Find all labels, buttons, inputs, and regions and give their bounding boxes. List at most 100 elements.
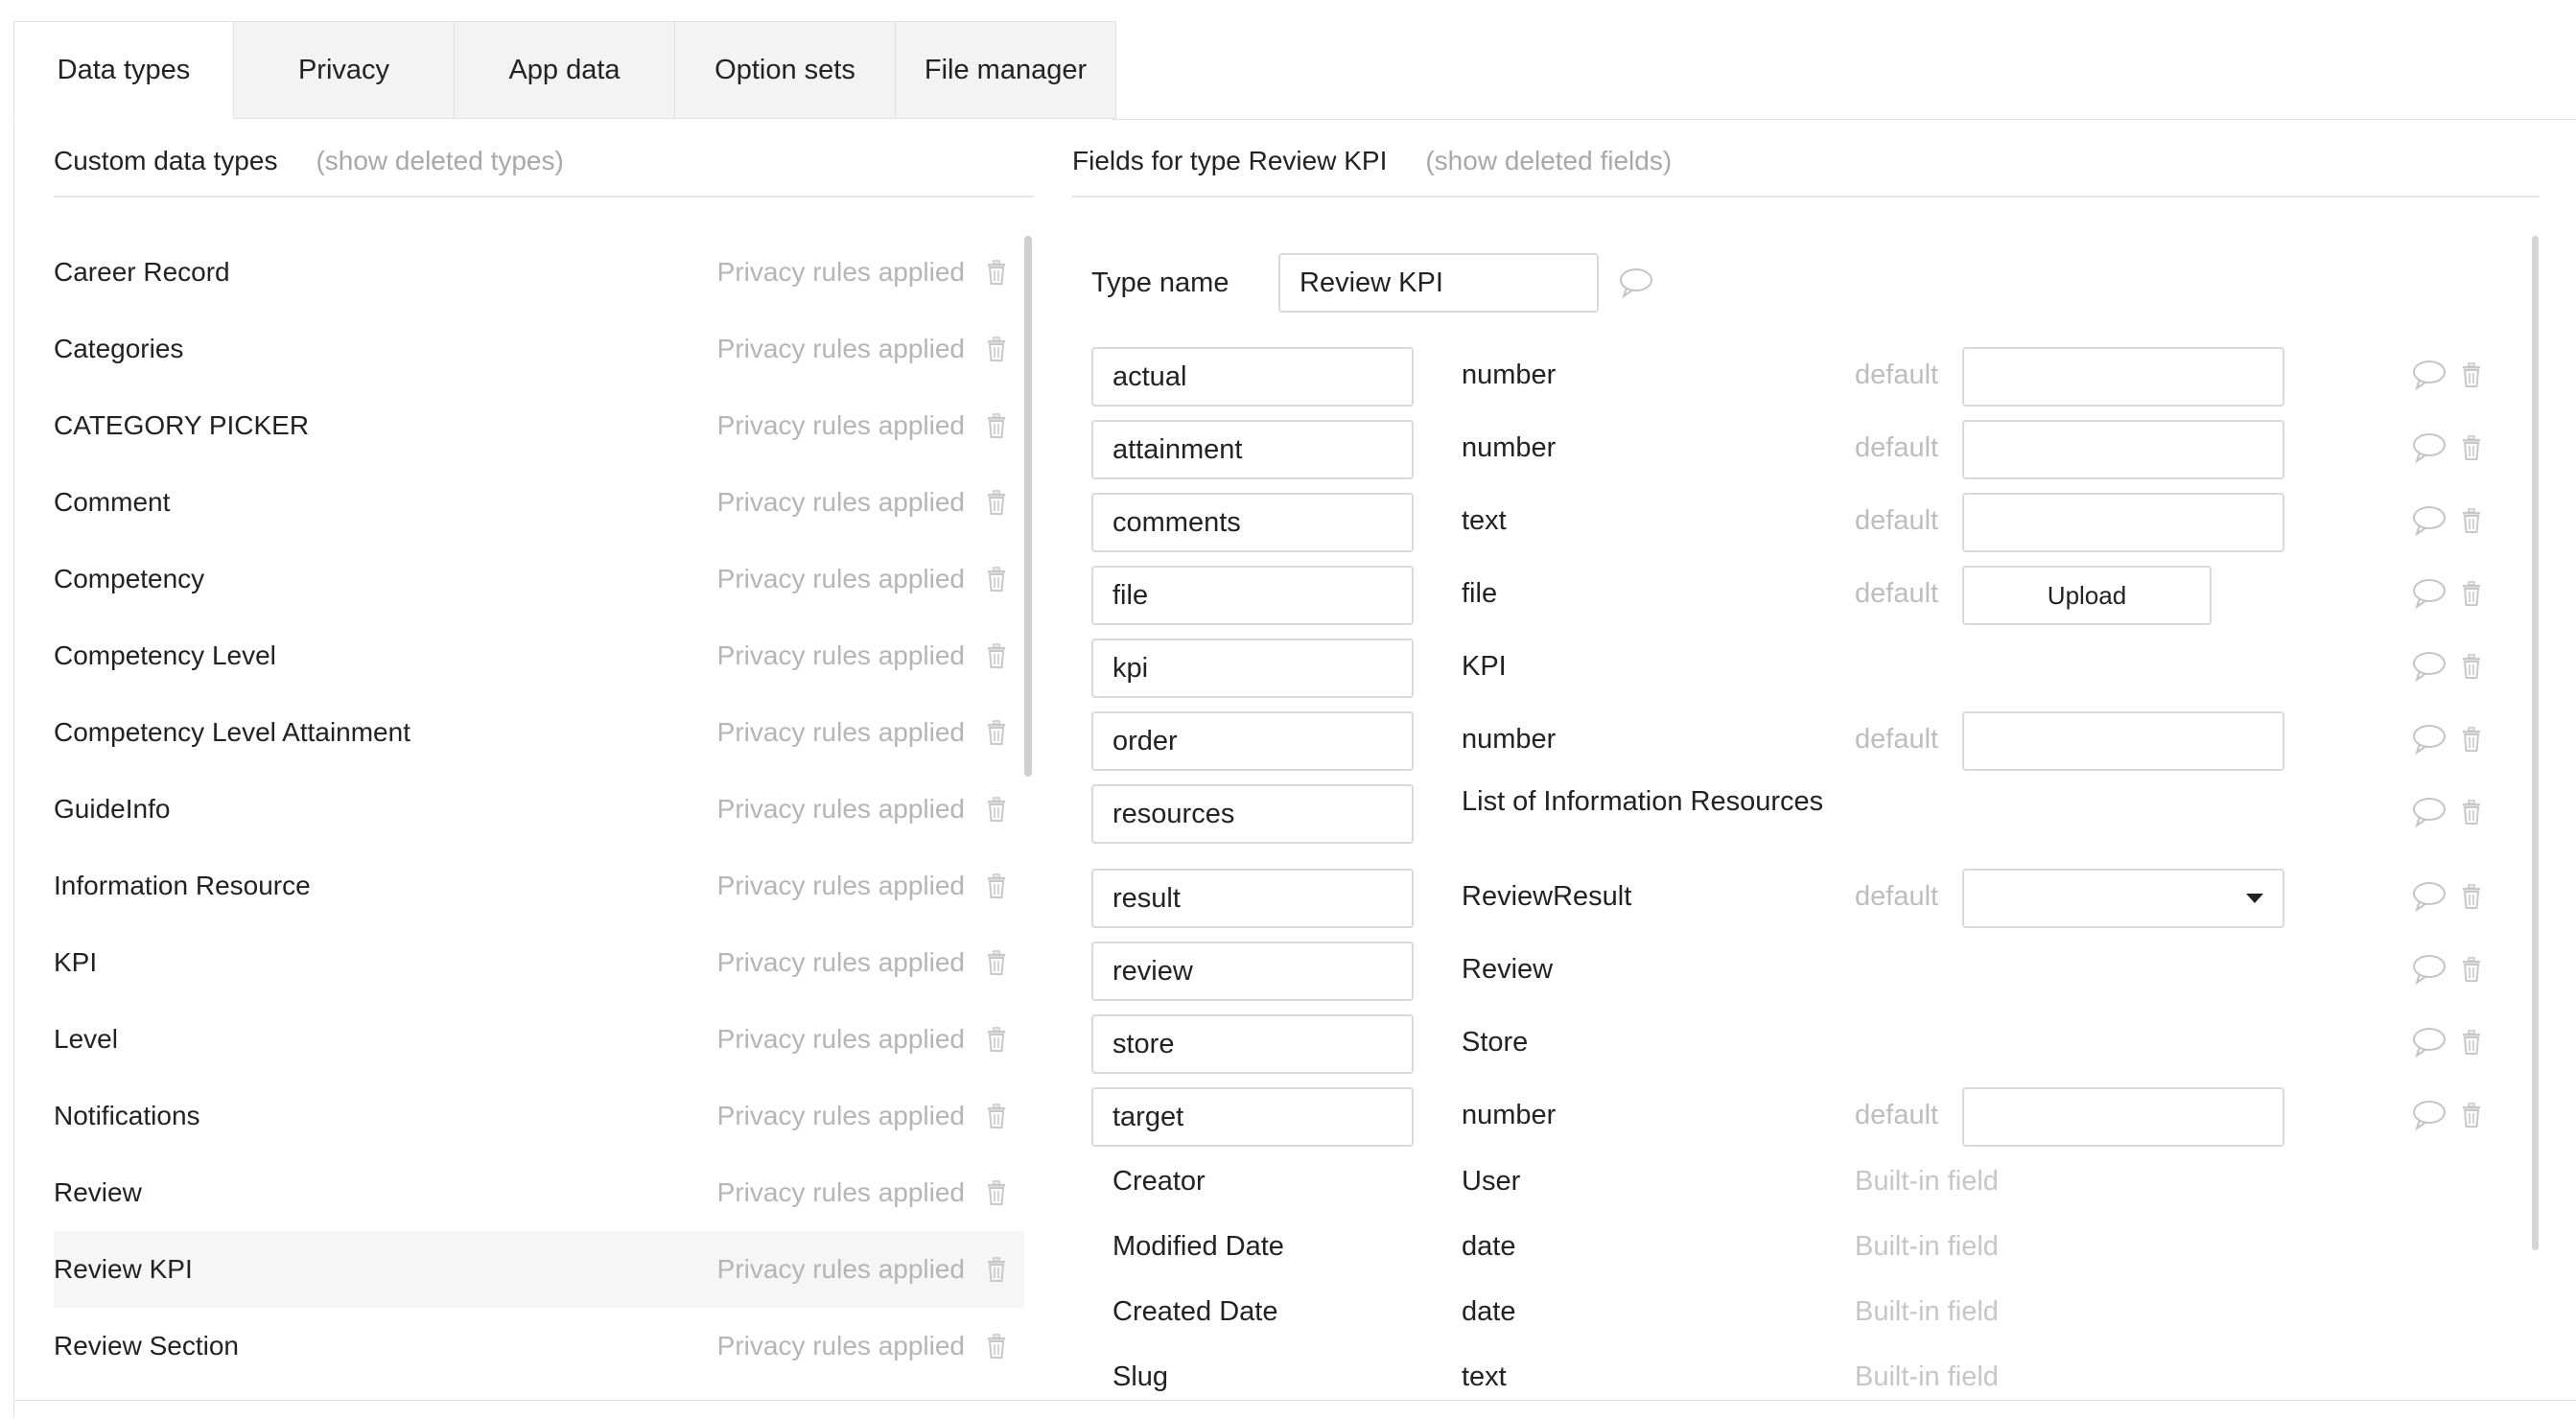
privacy-status[interactable]: Privacy rules applied bbox=[717, 410, 965, 441]
field-name-input[interactable]: store bbox=[1091, 1014, 1414, 1074]
tab-privacy[interactable]: Privacy bbox=[234, 21, 455, 119]
data-type-row[interactable]: Competency Level Attainment Privacy rules… bbox=[54, 694, 1024, 771]
privacy-status[interactable]: Privacy rules applied bbox=[717, 1177, 965, 1208]
privacy-status[interactable]: Privacy rules applied bbox=[717, 334, 965, 364]
comment-bubble-icon[interactable] bbox=[2411, 504, 2447, 537]
builtin-field-note: Built-in field bbox=[1855, 1231, 1999, 1262]
trash-icon[interactable] bbox=[986, 413, 1007, 438]
trash-icon[interactable] bbox=[986, 873, 1007, 898]
trash-icon[interactable] bbox=[986, 950, 1007, 975]
tab-app-data[interactable]: App data bbox=[455, 21, 675, 119]
trash-icon[interactable] bbox=[986, 337, 1007, 361]
upload-button[interactable]: Upload bbox=[1962, 566, 2212, 625]
trash-icon[interactable] bbox=[986, 567, 1007, 592]
privacy-status[interactable]: Privacy rules applied bbox=[717, 871, 965, 901]
field-actions bbox=[2411, 723, 2482, 756]
privacy-status[interactable]: Privacy rules applied bbox=[717, 1024, 965, 1055]
type-list-scrollbar[interactable] bbox=[1024, 236, 1032, 777]
privacy-status[interactable]: Privacy rules applied bbox=[717, 1101, 965, 1131]
field-name-input[interactable]: file bbox=[1091, 566, 1414, 625]
privacy-status[interactable]: Privacy rules applied bbox=[717, 1254, 965, 1285]
trash-icon[interactable] bbox=[2461, 1030, 2482, 1055]
data-type-row[interactable]: CATEGORY PICKER Privacy rules applied bbox=[54, 387, 1024, 464]
type-name-input[interactable]: Review KPI bbox=[1278, 253, 1599, 313]
comment-bubble-icon[interactable] bbox=[2411, 577, 2447, 610]
comment-bubble-icon[interactable] bbox=[2411, 880, 2447, 913]
field-name-input[interactable]: attainment bbox=[1091, 420, 1414, 479]
trash-icon[interactable] bbox=[2461, 581, 2482, 606]
privacy-status[interactable]: Privacy rules applied bbox=[717, 794, 965, 825]
fields-scrollbar[interactable] bbox=[2532, 236, 2539, 1250]
comment-bubble-icon[interactable] bbox=[2411, 359, 2447, 391]
field-name-input[interactable]: kpi bbox=[1091, 639, 1414, 698]
tab-file-manager[interactable]: File manager bbox=[896, 21, 1116, 119]
data-type-row[interactable]: Information Resource Privacy rules applie… bbox=[54, 848, 1024, 924]
field-row: store Store bbox=[1091, 1012, 2501, 1085]
data-type-row[interactable]: Categories Privacy rules applied bbox=[54, 311, 1024, 387]
privacy-status[interactable]: Privacy rules applied bbox=[717, 1331, 965, 1361]
show-deleted-types-link[interactable]: (show deleted types) bbox=[316, 146, 563, 176]
tab-data-types[interactable]: Data types bbox=[13, 21, 234, 119]
data-type-row[interactable]: Competency Level Privacy rules applied bbox=[54, 617, 1024, 694]
data-type-row[interactable]: Review Privacy rules applied bbox=[54, 1154, 1024, 1231]
comment-bubble-icon[interactable] bbox=[2411, 1026, 2447, 1058]
trash-icon[interactable] bbox=[2461, 362, 2482, 387]
data-type-row[interactable]: Review KPI Privacy rules applied bbox=[54, 1231, 1024, 1308]
privacy-status[interactable]: Privacy rules applied bbox=[717, 564, 965, 594]
privacy-status[interactable]: Privacy rules applied bbox=[717, 257, 965, 288]
data-type-row[interactable]: Review Section Privacy rules applied bbox=[54, 1308, 1024, 1384]
trash-icon[interactable] bbox=[986, 1180, 1007, 1205]
data-type-row[interactable]: Career Record Privacy rules applied bbox=[54, 234, 1024, 311]
privacy-status[interactable]: Privacy rules applied bbox=[717, 717, 965, 748]
trash-icon[interactable] bbox=[2461, 508, 2482, 533]
field-name-input[interactable]: resources bbox=[1091, 784, 1414, 844]
header-divider bbox=[1072, 196, 2540, 198]
trash-icon[interactable] bbox=[2461, 800, 2482, 825]
trash-icon[interactable] bbox=[986, 1257, 1007, 1282]
trash-icon[interactable] bbox=[986, 1104, 1007, 1128]
comment-bubble-icon[interactable] bbox=[2411, 431, 2447, 464]
privacy-status[interactable]: Privacy rules applied bbox=[717, 487, 965, 518]
comment-bubble-icon[interactable] bbox=[2411, 650, 2447, 683]
data-type-row[interactable]: Level Privacy rules applied bbox=[54, 1001, 1024, 1078]
trash-icon[interactable] bbox=[986, 1334, 1007, 1359]
data-type-row[interactable]: KPI Privacy rules applied bbox=[54, 924, 1024, 1001]
trash-icon[interactable] bbox=[2461, 1103, 2482, 1128]
field-name-input[interactable]: result bbox=[1091, 869, 1414, 928]
trash-icon[interactable] bbox=[986, 490, 1007, 515]
trash-icon[interactable] bbox=[2461, 957, 2482, 982]
show-deleted-fields-link[interactable]: (show deleted fields) bbox=[1425, 146, 1672, 176]
default-value-input[interactable] bbox=[1962, 711, 2284, 771]
field-name-input[interactable]: actual bbox=[1091, 347, 1414, 407]
field-name-input[interactable]: order bbox=[1091, 711, 1414, 771]
comment-bubble-icon[interactable] bbox=[2411, 953, 2447, 986]
comment-bubble-icon[interactable] bbox=[2411, 796, 2447, 828]
default-value-dropdown[interactable] bbox=[1962, 869, 2284, 928]
trash-icon[interactable] bbox=[986, 797, 1007, 822]
field-name-input[interactable]: target bbox=[1091, 1087, 1414, 1147]
trash-icon[interactable] bbox=[2461, 727, 2482, 752]
privacy-status[interactable]: Privacy rules applied bbox=[717, 947, 965, 978]
data-type-row[interactable]: GuideInfo Privacy rules applied bbox=[54, 771, 1024, 848]
default-value-input[interactable] bbox=[1962, 347, 2284, 407]
privacy-status[interactable]: Privacy rules applied bbox=[717, 640, 965, 671]
comment-bubble-icon[interactable] bbox=[2411, 723, 2447, 756]
field-name-input[interactable]: review bbox=[1091, 942, 1414, 1001]
tab-option-sets[interactable]: Option sets bbox=[675, 21, 896, 119]
default-value-input[interactable] bbox=[1962, 493, 2284, 552]
field-name-input[interactable]: comments bbox=[1091, 493, 1414, 552]
trash-icon[interactable] bbox=[986, 643, 1007, 668]
comment-bubble-icon[interactable] bbox=[2411, 1099, 2447, 1131]
trash-icon[interactable] bbox=[2461, 884, 2482, 909]
default-value-input[interactable] bbox=[1962, 420, 2284, 479]
data-type-row[interactable]: Competency Privacy rules applied bbox=[54, 541, 1024, 617]
data-type-row[interactable]: Comment Privacy rules applied bbox=[54, 464, 1024, 541]
trash-icon[interactable] bbox=[986, 1027, 1007, 1052]
comment-bubble-icon[interactable] bbox=[1618, 267, 1654, 299]
trash-icon[interactable] bbox=[986, 260, 1007, 285]
data-type-row[interactable]: Notifications Privacy rules applied bbox=[54, 1078, 1024, 1154]
trash-icon[interactable] bbox=[2461, 654, 2482, 679]
trash-icon[interactable] bbox=[986, 720, 1007, 745]
default-value-input[interactable] bbox=[1962, 1087, 2284, 1147]
trash-icon[interactable] bbox=[2461, 435, 2482, 460]
